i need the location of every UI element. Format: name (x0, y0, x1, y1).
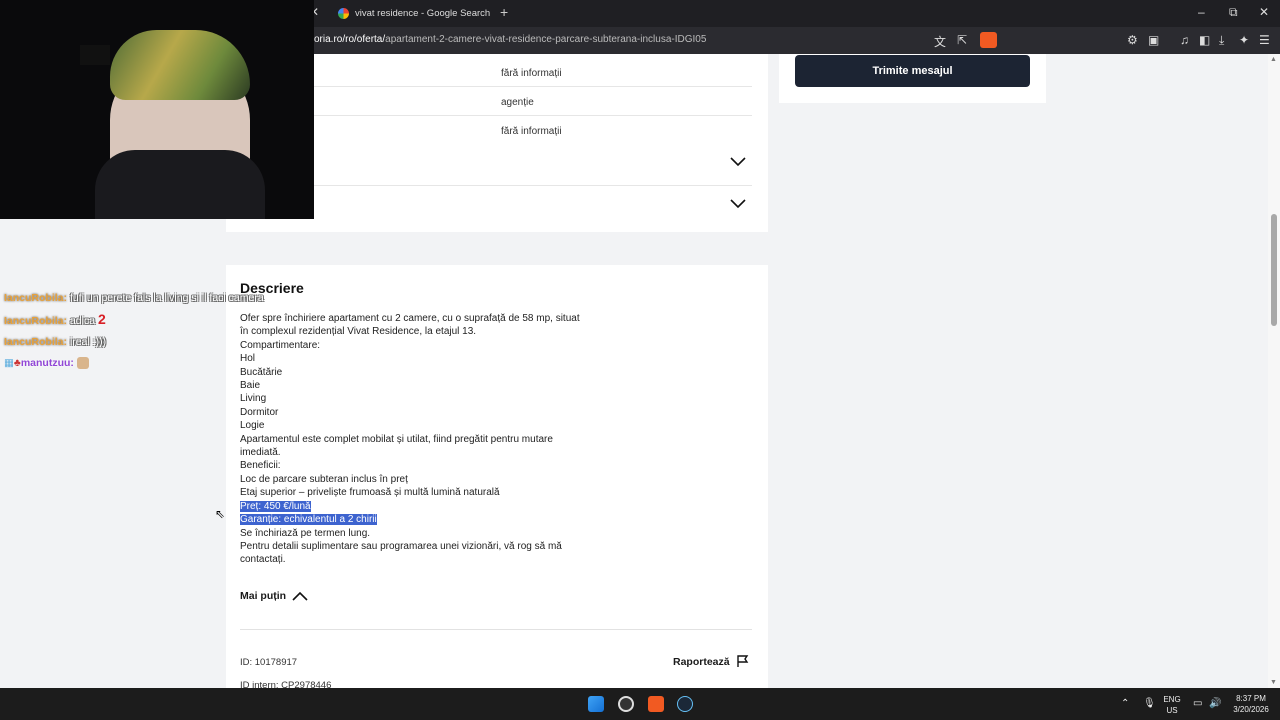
webcam-cap (110, 30, 250, 100)
description-body: Ofer spre închiriere apartament cu 2 cam… (240, 312, 610, 567)
emote-icon (76, 357, 89, 370)
tab-google-search[interactable]: vivat residence - Google Search (328, 2, 493, 25)
detail-row: mentare: fără informații (240, 117, 752, 145)
description-line: Loc de parcare subteran inclus în preț (240, 473, 408, 485)
description-line: Pentru detalii suplimentare sau programa… (240, 540, 562, 552)
scroll-thumb[interactable] (1271, 214, 1277, 326)
divider (240, 629, 752, 630)
share-icon[interactable]: ⇱ (957, 33, 967, 47)
stream-chat: IancuRobila: fufi un perete fals la livi… (4, 288, 264, 374)
taskbar: ⌃ 🎙 ENG US ▭ 🔊 8:37 PM 3/20/2026 (0, 688, 1280, 720)
description-line: Beneficii: (240, 460, 281, 472)
clock-date: 3/20/2026 (1233, 705, 1269, 714)
sidebar-icon[interactable]: ◧ (1199, 33, 1210, 47)
url-domain: oria.ro/ro/oferta/ (314, 34, 386, 45)
language-indicator[interactable]: ENG US (1160, 694, 1184, 716)
send-message-button[interactable]: Trimite mesajul (795, 55, 1030, 87)
description-line: Logie (240, 420, 265, 432)
new-tab-button[interactable]: + (500, 4, 508, 20)
brave-shield-icon[interactable] (980, 32, 997, 48)
clock[interactable]: 8:37 PM 3/20/2026 (1226, 693, 1276, 715)
media-icon[interactable]: ♫ (1180, 33, 1189, 47)
detail-value: fără informații (501, 68, 562, 79)
webcam-overlay (0, 0, 314, 219)
detail-value: agenție (501, 97, 534, 108)
detail-row: fără informații (240, 59, 752, 87)
selected-text-price: Preț: 450 €/lună (240, 500, 311, 512)
accordion-materials[interactable]: eriale (240, 155, 752, 186)
chat-message: ▦♣manutzuu: (4, 353, 264, 374)
wallet-icon[interactable]: ▣ (1148, 33, 1159, 47)
listing-id: ID: 10178917 (240, 657, 298, 668)
volume-icon[interactable]: 🔊 (1209, 698, 1221, 709)
url-field[interactable]: oria.ro/ro/oferta/apartament-2-camere-vi… (314, 34, 706, 45)
chat-user: IancuRobila: (4, 336, 68, 348)
extensions-icon[interactable]: ⚙ (1127, 33, 1138, 47)
description-line: Living (240, 393, 267, 405)
google-icon (338, 8, 349, 19)
tab-title: vivat residence - Google Search (355, 8, 491, 19)
report-label: Raportează (673, 655, 730, 668)
description-line: Ofer spre închiriere apartament cu 2 cam… (240, 313, 580, 324)
chat-text: adica (69, 315, 96, 327)
steam-icon[interactable] (677, 696, 693, 712)
scroll-up-icon[interactable]: ▲ (1270, 56, 1277, 63)
chat-message: IancuRobila: ireal :))) (4, 332, 264, 353)
description-line: Se închiriază pe termen lung. (240, 527, 371, 539)
chat-user: manutzuu: (20, 357, 74, 369)
maximize-button[interactable]: ⧉ (1229, 5, 1238, 20)
page-scrollbar[interactable]: ▲ ▼ (1268, 54, 1280, 688)
menu-icon[interactable]: ☰ (1259, 33, 1270, 47)
microphone-icon[interactable]: 🎙 (1143, 698, 1156, 709)
detail-row: agenție (240, 88, 752, 116)
chat-user: IancuRobila: (4, 315, 68, 327)
description-line: Compartimentare: (240, 339, 321, 351)
report-button[interactable]: Raportează (673, 655, 749, 668)
description-line: contactați. (240, 554, 286, 566)
webcam-shirt (95, 150, 265, 219)
language-code: ENG (1163, 695, 1181, 704)
show-less-label: Mai puțin (240, 590, 287, 602)
keyboard-layout: US (1166, 706, 1178, 715)
chat-emote: 2 (97, 311, 106, 327)
description-line: Baie (240, 380, 261, 392)
description-line: Hol (240, 353, 256, 365)
description-line: Bucătărie (240, 366, 283, 378)
scroll-down-icon[interactable]: ▼ (1270, 679, 1277, 686)
obs-icon[interactable] (618, 696, 634, 712)
chevron-down-icon (730, 199, 746, 209)
close-window-button[interactable]: ✕ (1259, 5, 1269, 19)
chat-message: IancuRobila: adica 2 (4, 309, 264, 332)
clock-time: 8:37 PM (1236, 694, 1266, 703)
badge-icon: ▦ (4, 357, 14, 369)
flag-icon (736, 655, 748, 667)
description-line: Apartamentul este complet mobilat și uti… (240, 433, 553, 445)
chat-text: ireal :))) (69, 336, 107, 348)
description-line: Etaj superior – priveliște frumoasă și m… (240, 487, 500, 499)
chat-message: IancuRobila: fufi un perete fals la livi… (4, 288, 264, 309)
brave-browser-icon[interactable] (648, 696, 664, 712)
minimize-button[interactable]: – (1198, 5, 1205, 19)
show-less-button[interactable]: Mai puțin (240, 590, 308, 602)
leo-icon[interactable]: ✦ (1239, 33, 1249, 47)
chevron-down-icon (730, 157, 746, 167)
chat-user: IancuRobila: (4, 292, 68, 304)
network-icon[interactable]: ▭ (1193, 698, 1202, 709)
windows-start-icon[interactable] (588, 696, 604, 712)
translate-icon[interactable]: 文 (934, 33, 946, 50)
url-path: apartament-2-camere-vivat-residence-parc… (385, 34, 707, 45)
description-line: imediată. (240, 447, 281, 459)
selected-text-deposit: Garanție: echivalentul a 2 chirii (240, 514, 377, 526)
leaf-icon: ♣ (13, 357, 21, 369)
description-line: Dormitor (240, 406, 279, 418)
download-icon[interactable]: ⤓ (1219, 33, 1224, 48)
tray-chevron-icon[interactable]: ⌃ (1121, 698, 1129, 709)
webcam-object (80, 45, 110, 65)
accordion-section[interactable] (240, 197, 752, 217)
description-line: în complexul rezidențial Vivat Residence… (240, 326, 477, 338)
chat-text: fufi un perete fals la living si il faci… (69, 292, 264, 304)
mouse-cursor-icon: ⇖ (215, 507, 226, 521)
chevron-up-icon (292, 591, 308, 601)
detail-value: fără informații (501, 126, 562, 137)
